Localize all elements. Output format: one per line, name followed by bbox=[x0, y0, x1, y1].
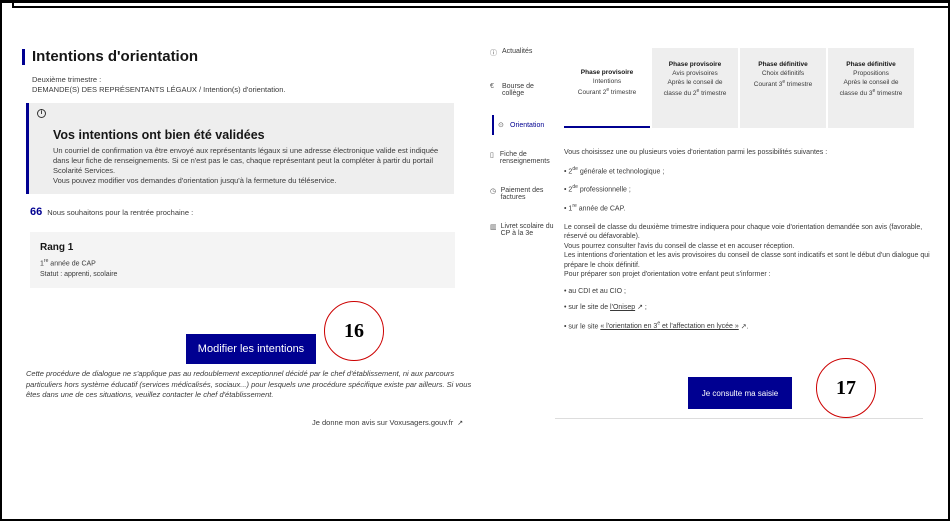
voxusagers-link-text[interactable]: Je donne mon avis sur Voxusagers.gouv.fr bbox=[312, 418, 453, 427]
info-icon: i bbox=[37, 109, 46, 118]
top-border bbox=[12, 0, 950, 8]
procedure-notice: Cette procédure de dialogue ne s'appliqu… bbox=[26, 369, 472, 399]
tab-phase-choix[interactable]: Phase définitive Choix définitifs Couran… bbox=[740, 48, 826, 128]
modify-intentions-button[interactable]: Modifier les intentions bbox=[186, 334, 316, 364]
rank-status: Statut : apprenti, scolaire bbox=[40, 271, 118, 279]
alert-text-modify: Vous pouvez modifier vos demandes d'orie… bbox=[53, 176, 337, 185]
file-icon: ▯ bbox=[490, 152, 494, 159]
orientation-info: Vous choisissez une ou plusieurs voies d… bbox=[564, 148, 934, 332]
side-nav: ⓘ Actualités € Bourse de collège ⊙ Orientat… bbox=[490, 48, 558, 237]
book-icon: ▥ bbox=[490, 224, 497, 231]
option-cap: • 1re année de CAP. bbox=[564, 203, 626, 213]
info-para-avis: Le conseil de classe du deuxième trimest… bbox=[564, 223, 923, 241]
rank-title: Rang 1 bbox=[40, 242, 74, 253]
resource-cdi: • au CDI et au CIO ; bbox=[564, 287, 626, 295]
nav-item-orientation[interactable]: ⊙ Orientation bbox=[492, 115, 558, 135]
resource-onisep: • sur le site de l'Onisep ↗ ; bbox=[564, 304, 647, 312]
orientation-panel: Phase provisoire Intentions Courant 2e t… bbox=[564, 48, 930, 332]
nav-item-fiche[interactable]: ▯ Fiche de renseignements bbox=[490, 151, 558, 165]
info-icon: ⓘ bbox=[490, 50, 497, 57]
onisep-link[interactable]: l'Onisep bbox=[610, 304, 635, 311]
rank-choice: 1re année de CAP bbox=[40, 258, 96, 268]
divider bbox=[555, 418, 923, 419]
info-para-indicative: Les intentions d'orientation et les avis… bbox=[564, 252, 930, 269]
voxusagers-link[interactable]: Je donne mon avis sur Voxusagers.gouv.fr… bbox=[312, 418, 463, 427]
tab-phase-propositions[interactable]: Phase définitive Propositions Après le c… bbox=[828, 48, 914, 128]
compass-icon: ⊙ bbox=[498, 122, 504, 129]
resource-orientation-site: • sur le site « l'orientation en 3e et l… bbox=[564, 320, 749, 331]
nav-item-bourse[interactable]: € Bourse de collège bbox=[490, 83, 558, 97]
phase-tabs: Phase provisoire Intentions Courant 2e t… bbox=[564, 48, 924, 128]
alert-text-email: Un courriel de confirmation va être envo… bbox=[53, 146, 439, 175]
nav-item-livret[interactable]: ▥ Livret scolaire du CP à la 3e bbox=[490, 223, 558, 237]
tab-phase-intentions[interactable]: Phase provisoire Intentions Courant 2e t… bbox=[564, 48, 650, 128]
meta-demand: DEMANDE(S) DES REPRÉSENTANTS LÉGAUX / In… bbox=[32, 85, 286, 94]
intentions-panel: Intentions d'orientation Deuxième trimes… bbox=[22, 48, 477, 289]
nav-item-actualites[interactable]: ⓘ Actualités bbox=[490, 48, 558, 58]
nav-item-paiement[interactable]: ◷ Paiement des factures bbox=[490, 187, 558, 201]
tab-phase-avis[interactable]: Phase provisoire Avis provisoires Après … bbox=[652, 48, 738, 128]
page-title: Intentions d'orientation bbox=[22, 48, 477, 65]
orientation-site-link[interactable]: « l'orientation en 3e et l'affectation e… bbox=[600, 321, 738, 330]
annotation-badge-16: 16 bbox=[324, 301, 384, 361]
context-meta: Deuxième trimestre : DEMANDE(S) DES REPR… bbox=[22, 75, 477, 95]
orientation-intro: Vous choisissez une ou plusieurs voies d… bbox=[564, 149, 828, 156]
external-link-icon: ↗ bbox=[457, 419, 464, 427]
alert-heading: Vos intentions ont bien été validées bbox=[53, 128, 265, 142]
option-pro: • 2de professionnelle ; bbox=[564, 184, 631, 194]
rank-card: Rang 1 1re année de CAP Statut : apprent… bbox=[30, 232, 455, 289]
page-title-text: Intentions d'orientation bbox=[32, 48, 199, 65]
annotation-badge-17: 17 bbox=[816, 358, 876, 418]
title-accent-bar bbox=[22, 48, 25, 65]
wish-intro-text: Nous souhaitons pour la rentrée prochain… bbox=[47, 207, 194, 217]
meta-trimester: Deuxième trimestre : bbox=[32, 75, 102, 84]
option-general: • 2de générale et technologique ; bbox=[564, 165, 665, 175]
euro-icon: € bbox=[490, 83, 494, 90]
info-para-prepare: Pour préparer son projet d'orientation v… bbox=[564, 271, 771, 279]
info-para-consult: Vous pourrez consulter l'avis du conseil… bbox=[564, 242, 795, 250]
consult-entry-button[interactable]: Je consulte ma saisie bbox=[688, 377, 792, 409]
success-alert: i Vos intentions ont bien été validées U… bbox=[26, 103, 454, 194]
money-icon: ◷ bbox=[490, 188, 497, 195]
wish-intro: 66 Nous souhaitons pour la rentrée proch… bbox=[30, 206, 477, 218]
quote-icon: 66 bbox=[30, 206, 43, 218]
